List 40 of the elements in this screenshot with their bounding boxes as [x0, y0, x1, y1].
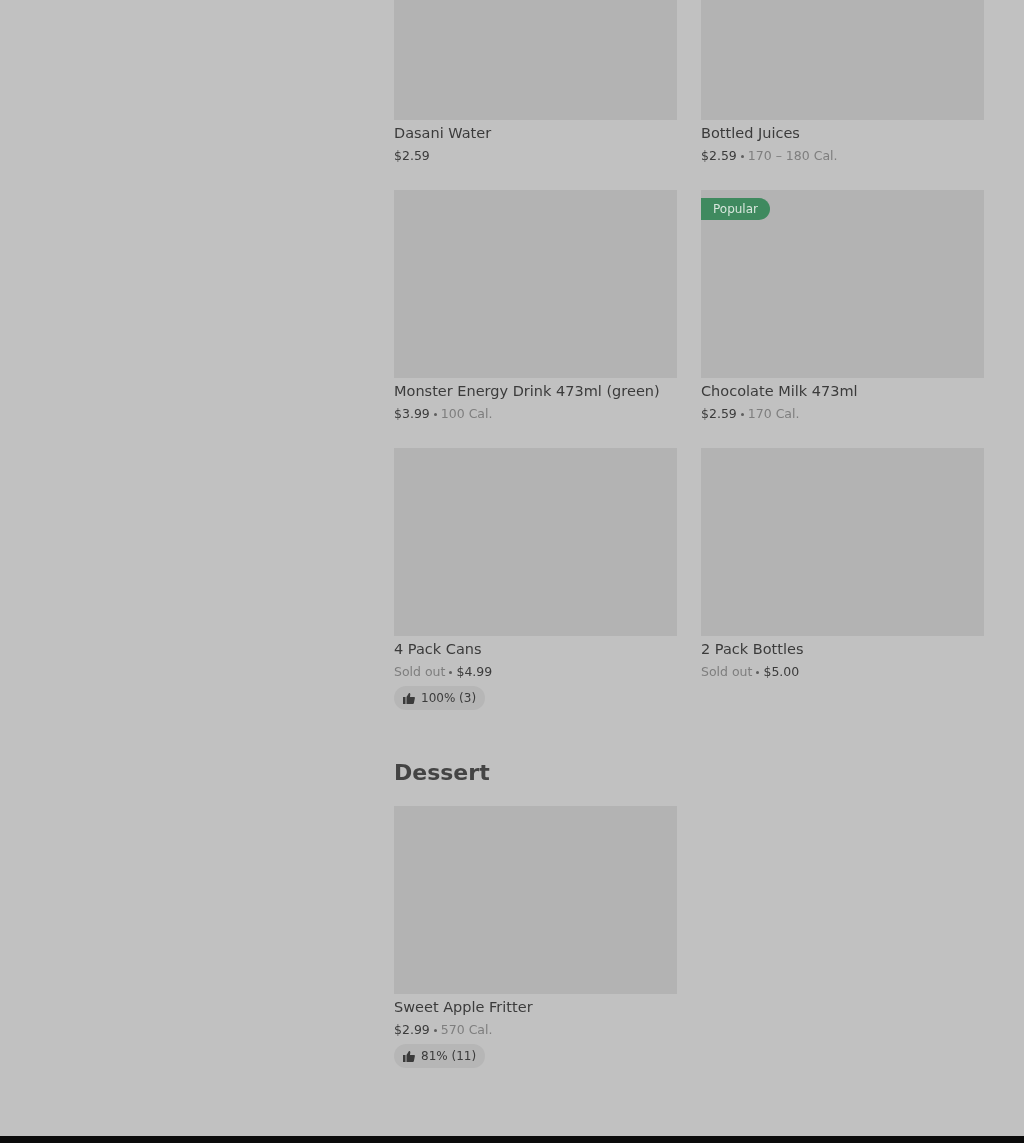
separator-dot — [433, 412, 437, 416]
separator-dot — [740, 154, 744, 158]
rating-text: 81% (11) — [421, 1048, 477, 1065]
thumbs-up-icon — [403, 692, 415, 704]
item-name[interactable]: Bottled Juices — [701, 122, 800, 144]
item-price: $3.99 — [394, 405, 430, 423]
menu-item-card[interactable]: Popular Chocolate Milk 473ml $2.59 170 Cal. — [701, 190, 984, 424]
section-heading: Dessert — [394, 759, 491, 787]
item-note: Sold out — [701, 663, 753, 681]
rating-text: 100% (3) — [421, 690, 477, 707]
item-price: $2.59 — [701, 147, 737, 165]
item-name[interactable]: 4 Pack Cans — [394, 638, 482, 660]
item-price: $5.00 — [763, 663, 800, 681]
item-name[interactable]: 2 Pack Bottles — [701, 638, 804, 660]
item-note: 570 Cal. — [440, 1021, 493, 1039]
thumbs-up-icon — [403, 1050, 415, 1062]
separator-dot — [740, 412, 744, 416]
separator-dot — [449, 670, 453, 674]
item-note: 170 Cal. — [747, 405, 800, 423]
item-price: $2.59 — [701, 405, 737, 423]
item-name[interactable]: Dasani Water — [394, 122, 492, 144]
item-note: Sold out — [394, 663, 446, 681]
item-price: $2.99 — [394, 1021, 430, 1039]
menu-item-card[interactable]: 2 Pack Bottles Sold out $5.00 — [701, 448, 984, 710]
image-placeholder[interactable]: Popular — [701, 190, 984, 378]
item-note: 100 Cal. — [440, 405, 493, 423]
separator-dot — [433, 1028, 437, 1032]
menu-item-card[interactable]: 4 Pack Cans Sold out $4.99 100% (3) — [394, 448, 677, 710]
item-name[interactable]: Monster Energy Drink 473ml (green) — [394, 380, 660, 402]
item-price: $2.59 — [394, 147, 430, 165]
item-name[interactable]: Chocolate Milk 473ml — [701, 380, 858, 402]
item-note: 170 – 180 Cal. — [747, 147, 838, 165]
menu-item-card[interactable]: Bottled Juices $2.59 170 – 180 Cal. — [701, 0, 984, 166]
menu-item-card[interactable]: Sweet Apple Fritter $2.99 570 Cal. 81% (11) — [394, 806, 677, 1068]
item-name[interactable]: Sweet Apple Fritter — [394, 996, 533, 1018]
separator-dot — [756, 670, 760, 674]
menu-item-card[interactable]: Monster Energy Drink 473ml (green) $3.99 100 Cal. — [394, 190, 677, 424]
menu-item-card[interactable]: Dasani Water $2.59 — [394, 0, 677, 166]
item-price: $4.99 — [456, 663, 493, 681]
popular-tag: Popular — [701, 198, 770, 220]
